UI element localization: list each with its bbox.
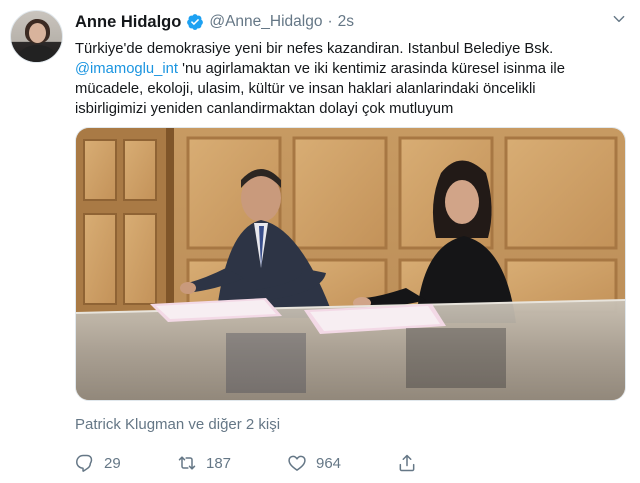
header-separator: · <box>327 13 333 30</box>
reply-icon <box>76 454 93 472</box>
tweet-timestamp[interactable]: 2s <box>338 13 354 31</box>
retweet-count: 187 <box>206 454 232 472</box>
liked-by-text[interactable]: Patrick Klugman ve diğer 2 kişi <box>75 416 280 433</box>
tweet-text-line: Türkiye'de demokrasiye yeni bir nefes ka… <box>75 41 554 57</box>
chevron-down-icon[interactable] <box>612 12 626 26</box>
retweet-icon <box>178 456 196 470</box>
share-icon <box>399 454 415 472</box>
avatar[interactable] <box>10 10 63 63</box>
reply-button[interactable]: 29 <box>75 452 121 474</box>
author-handle[interactable]: @Anne_Hidalgo <box>209 13 322 31</box>
tweet-text-segment: 'nu agirlamaktan ve iki kentimiz arasind… <box>182 61 565 77</box>
like-count: 964 <box>316 454 342 472</box>
like-button[interactable]: 964 <box>287 452 341 474</box>
tweet-text-line: mücadele, ekoloji, ulasim, kültür ve ins… <box>75 81 536 97</box>
tweet-text-line: isbirligimizi yeniden canlandirmaktan do… <box>75 101 454 117</box>
share-button[interactable] <box>397 452 426 474</box>
tweet-text: Türkiye'de demokrasiye yeni bir nefes ka… <box>75 39 625 119</box>
tweet-card[interactable]: Anne Hidalgo @Anne_Hidalgo · 2s Türkiye'… <box>0 0 640 483</box>
tweet-text-line: @imamoglu_int 'nu agirlamaktan ve iki ke… <box>75 59 625 79</box>
reply-count: 29 <box>104 454 121 472</box>
tweet-header: Anne Hidalgo @Anne_Hidalgo · 2s <box>75 11 354 33</box>
heart-icon <box>288 455 306 471</box>
tweet-photo[interactable] <box>75 127 626 401</box>
retweet-button[interactable]: 187 <box>177 452 231 474</box>
mention-link[interactable]: @imamoglu_int <box>75 61 178 77</box>
verified-badge-icon <box>187 14 204 30</box>
author-name[interactable]: Anne Hidalgo <box>75 13 181 32</box>
